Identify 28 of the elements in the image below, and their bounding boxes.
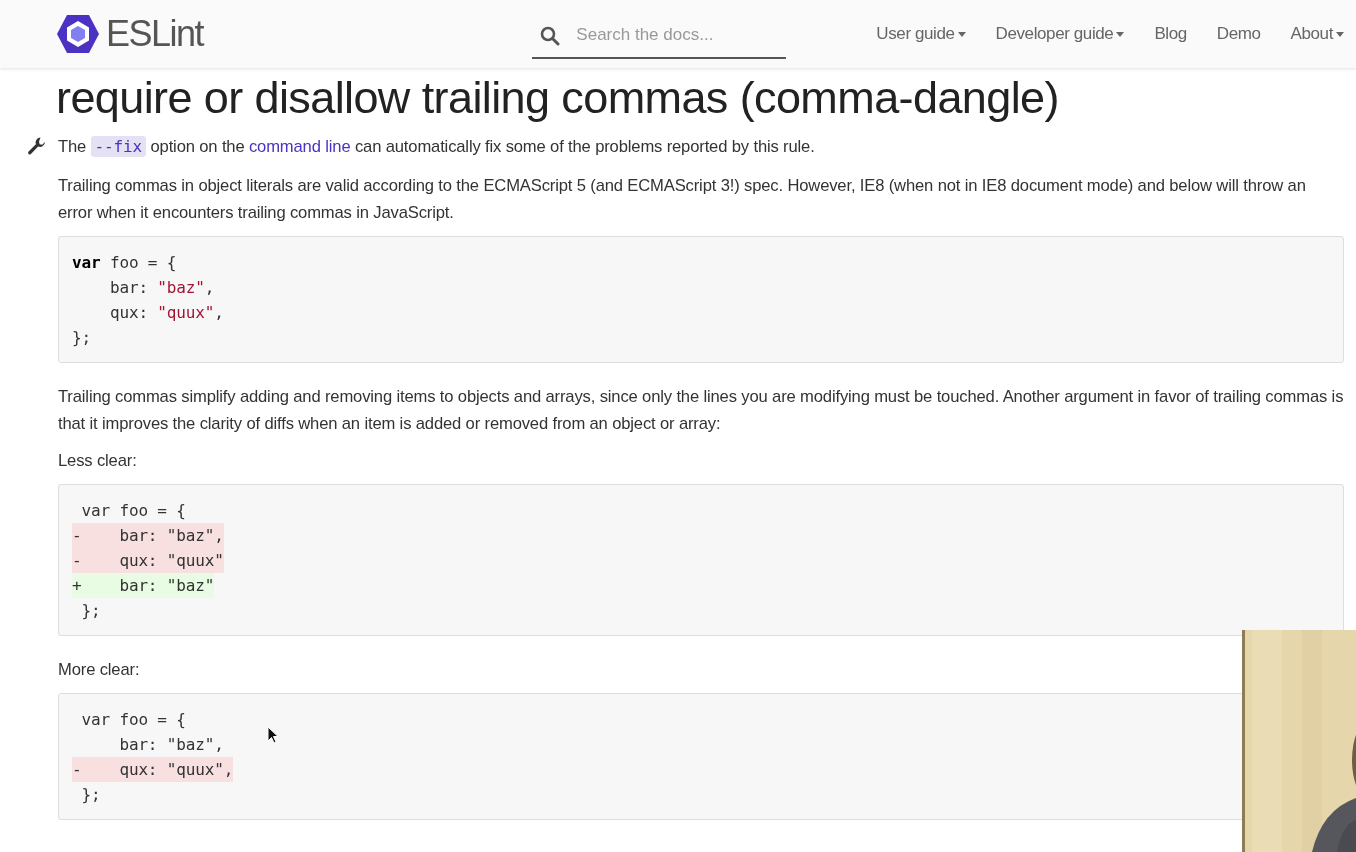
inline-code: --fix	[90, 136, 147, 157]
code-line: qux: "quux",	[108, 302, 224, 324]
paragraph: More clear:	[58, 659, 141, 681]
nav-link[interactable]: About	[1290, 22, 1344, 46]
wrench-icon	[27, 136, 47, 156]
nav-link[interactable]: Blog	[1154, 22, 1187, 46]
paragraph: Less clear:	[58, 450, 138, 472]
code-line: };	[72, 327, 91, 349]
brand-logo-link[interactable]: ESLint	[56, 13, 204, 55]
fix-note: The --fix option on the command line can automatically fix some of the problems reported by this rule.	[58, 133, 1344, 160]
nav-link[interactable]: Developer guide	[995, 22, 1125, 46]
code-line: var foo = {	[80, 500, 186, 522]
page-title: require or disallow trailing commas (comma-dangle)	[56, 71, 1060, 125]
search-field[interactable]: Search the docs...	[532, 13, 787, 59]
code-line: bar: "baz",	[118, 734, 224, 756]
code-line: bar: "baz",	[108, 277, 215, 299]
hexagon-logo-icon	[56, 14, 100, 54]
code-line: };	[80, 600, 101, 622]
paragraph: Trailing commas in object literals are valid according to the ECMAScript 5 (and ECMAScript 3!) spec. However, IE8 (when not in IE8 document mode) and below will throw an error when it encounters trailing commas in JavaScript.	[58, 175, 1307, 224]
code-line: var foo = {	[80, 709, 186, 731]
search-icon	[540, 26, 561, 46]
paragraph: Trailing commas simplify adding and removing items to objects and arrays, since only the lines you are modifying must be touched. Another argument in favor of trailing commas is that it improves the clarity of diffs when an item is added or removed from an object or array:	[58, 386, 1344, 435]
command-line-link[interactable]: command line	[248, 137, 351, 156]
code-line: var foo = {	[72, 252, 177, 274]
mouse-cursor-icon	[267, 726, 279, 744]
code-line: };	[80, 784, 101, 806]
nav-link[interactable]: User guide	[876, 22, 966, 46]
nav-link[interactable]: Demo	[1216, 22, 1261, 46]
